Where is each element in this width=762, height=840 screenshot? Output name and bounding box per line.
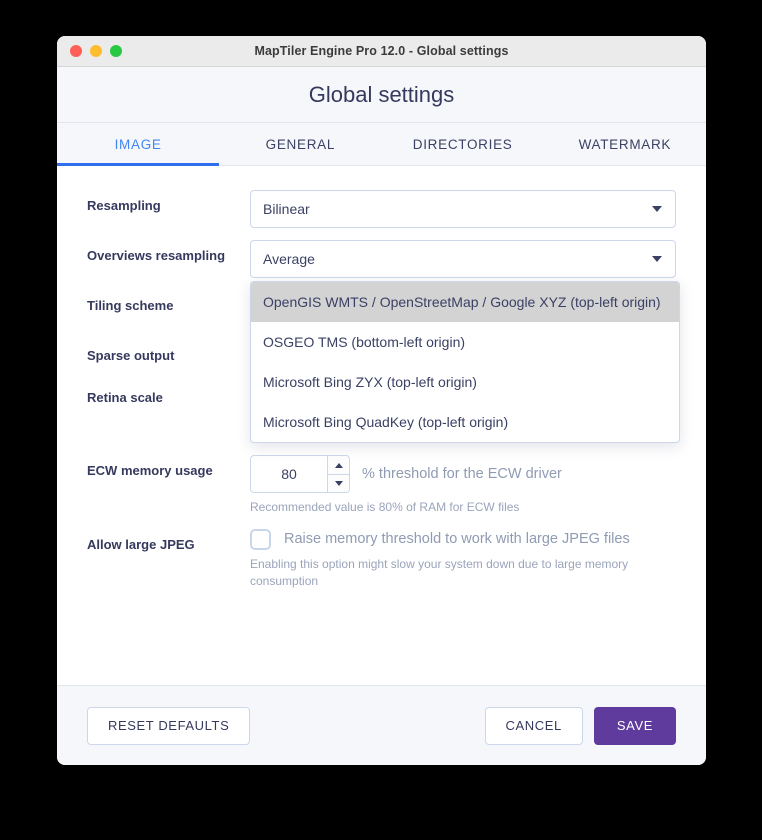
dialog-header: Global settings	[57, 67, 706, 123]
ecw-memory-usage-field: % threshold for the ECW driver Recommend…	[250, 455, 676, 516]
window-titlebar: MapTiler Engine Pro 12.0 - Global settin…	[57, 36, 706, 67]
dropdown-option-osgeo-tms[interactable]: OSGEO TMS (bottom-left origin)	[251, 322, 679, 362]
allow-large-jpeg-checkbox[interactable]	[250, 528, 271, 550]
stepper-buttons	[327, 456, 349, 493]
ecw-memory-suffix: % threshold for the ECW driver	[362, 466, 562, 483]
allow-large-jpeg-label: Allow large JPEG	[87, 536, 195, 552]
tab-watermark[interactable]: WATERMARK	[544, 123, 706, 165]
tab-directories[interactable]: DIRECTORIES	[382, 123, 544, 165]
settings-window: MapTiler Engine Pro 12.0 - Global settin…	[57, 36, 706, 765]
overviews-resampling-select[interactable]: Average	[250, 240, 676, 278]
resampling-label: Resampling	[87, 198, 161, 213]
allow-large-jpeg-check-line: Raise memory threshold to work with larg…	[250, 528, 676, 550]
resampling-value: Bilinear	[263, 201, 310, 217]
resampling-select[interactable]: Bilinear	[250, 190, 676, 228]
tab-image-label: IMAGE	[114, 136, 162, 152]
footer-actions: CANCEL SAVE	[484, 706, 676, 745]
window-title: MapTiler Engine Pro 12.0 - Global settin…	[254, 44, 509, 58]
row-overviews-resampling: Overviews resampling Average	[87, 240, 676, 278]
allow-large-jpeg-field: Raise memory threshold to work with larg…	[250, 528, 676, 591]
tiling-scheme-dropdown-list[interactable]: OpenGIS WMTS / OpenStreetMap / Google XY…	[250, 281, 680, 443]
minimize-window-icon[interactable]	[90, 45, 102, 57]
row-allow-large-jpeg: Allow large JPEG Raise memory threshold …	[87, 528, 676, 591]
cancel-button[interactable]: CANCEL	[484, 706, 583, 745]
caret-up-icon	[334, 462, 343, 468]
overviews-resampling-value: Average	[263, 251, 315, 267]
close-window-icon[interactable]	[70, 45, 82, 57]
row-resampling: Resampling Bilinear	[87, 190, 676, 228]
dialog-footer: RESET DEFAULTS CANCEL SAVE	[57, 685, 706, 765]
retina-scale-label: Retina scale	[87, 390, 163, 405]
zoom-window-icon[interactable]	[110, 45, 122, 57]
settings-form: Resampling Bilinear Overviews resampling…	[57, 166, 706, 685]
tab-image[interactable]: IMAGE	[57, 123, 220, 166]
resampling-field: Bilinear	[250, 190, 676, 228]
allow-large-jpeg-helper: Enabling this option might slow your sys…	[250, 556, 629, 589]
ecw-memory-usage-label: ECW memory usage	[87, 463, 213, 479]
tab-watermark-label: WATERMARK	[578, 136, 672, 152]
tab-directories-label: DIRECTORIES	[412, 136, 513, 152]
overviews-resampling-field: Average	[250, 240, 676, 278]
caret-down-icon	[334, 481, 343, 487]
traffic-lights	[70, 45, 122, 57]
stepper-decrement-button[interactable]	[328, 473, 349, 493]
ecw-memory-stepper[interactable]	[250, 455, 350, 494]
dropdown-option-bing-quadkey[interactable]: Microsoft Bing QuadKey (top-left origin)	[251, 402, 679, 442]
ecw-memory-input[interactable]	[251, 456, 327, 493]
reset-defaults-button[interactable]: RESET DEFAULTS	[87, 706, 251, 745]
stepper-increment-button[interactable]	[328, 456, 349, 474]
row-ecw-memory-usage: ECW memory usage %	[87, 455, 676, 516]
ecw-memory-helper: Recommended value is 80% of RAM for ECW …	[250, 500, 520, 515]
dropdown-option-bing-zyx[interactable]: Microsoft Bing ZYX (top-left origin)	[251, 362, 679, 402]
sparse-output-label: Sparse output	[87, 348, 175, 363]
chevron-down-icon	[652, 256, 662, 262]
tab-general[interactable]: GENERAL	[219, 123, 381, 165]
save-button[interactable]: SAVE	[593, 706, 676, 745]
dropdown-option-opengis-wmts[interactable]: OpenGIS WMTS / OpenStreetMap / Google XY…	[251, 282, 679, 322]
allow-large-jpeg-checkbox-label: Raise memory threshold to work with larg…	[284, 531, 630, 548]
tiling-scheme-label: Tiling scheme	[87, 298, 174, 313]
tab-bar: IMAGE GENERAL DIRECTORIES WATERMARK	[57, 123, 706, 166]
overviews-resampling-label: Overviews resampling	[87, 248, 226, 263]
tab-general-label: GENERAL	[265, 136, 336, 152]
page-title: Global settings	[308, 81, 455, 107]
chevron-down-icon	[652, 206, 662, 212]
